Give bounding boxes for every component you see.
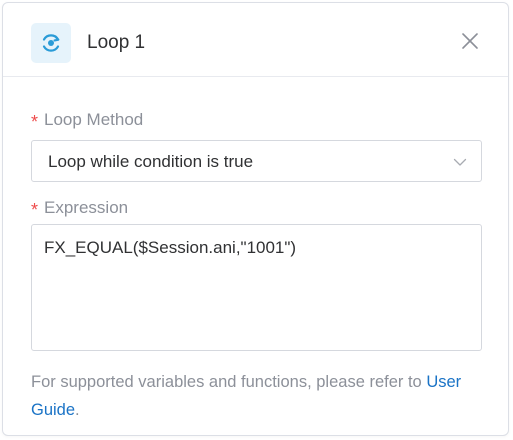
loop-settings-dialog: Loop 1 * Loop Method Loop while condition… <box>2 2 509 436</box>
required-mark: * <box>31 200 39 220</box>
expression-label: * Expression <box>31 196 129 220</box>
expression-textarea[interactable]: FX_EQUAL($Session.ani,"1001") <box>31 224 482 351</box>
chevron-down-icon <box>453 155 467 169</box>
dialog-title: Loop 1 <box>87 32 146 53</box>
hint-suffix: . <box>75 401 80 419</box>
close-icon[interactable] <box>460 31 480 51</box>
required-mark: * <box>31 112 39 132</box>
loop-icon <box>31 23 71 63</box>
loop-method-value: Loop while condition is true <box>48 152 254 171</box>
help-hint: For supported variables and functions, p… <box>31 368 491 424</box>
hint-text: For supported variables and functions, p… <box>31 373 427 391</box>
loop-method-select[interactable]: Loop while condition is true <box>31 140 482 182</box>
expression-label-text: Expression <box>44 198 129 217</box>
loop-method-label: * Loop Method <box>31 108 144 132</box>
dialog-header: Loop 1 <box>3 3 508 77</box>
loop-method-label-text: Loop Method <box>44 110 144 129</box>
